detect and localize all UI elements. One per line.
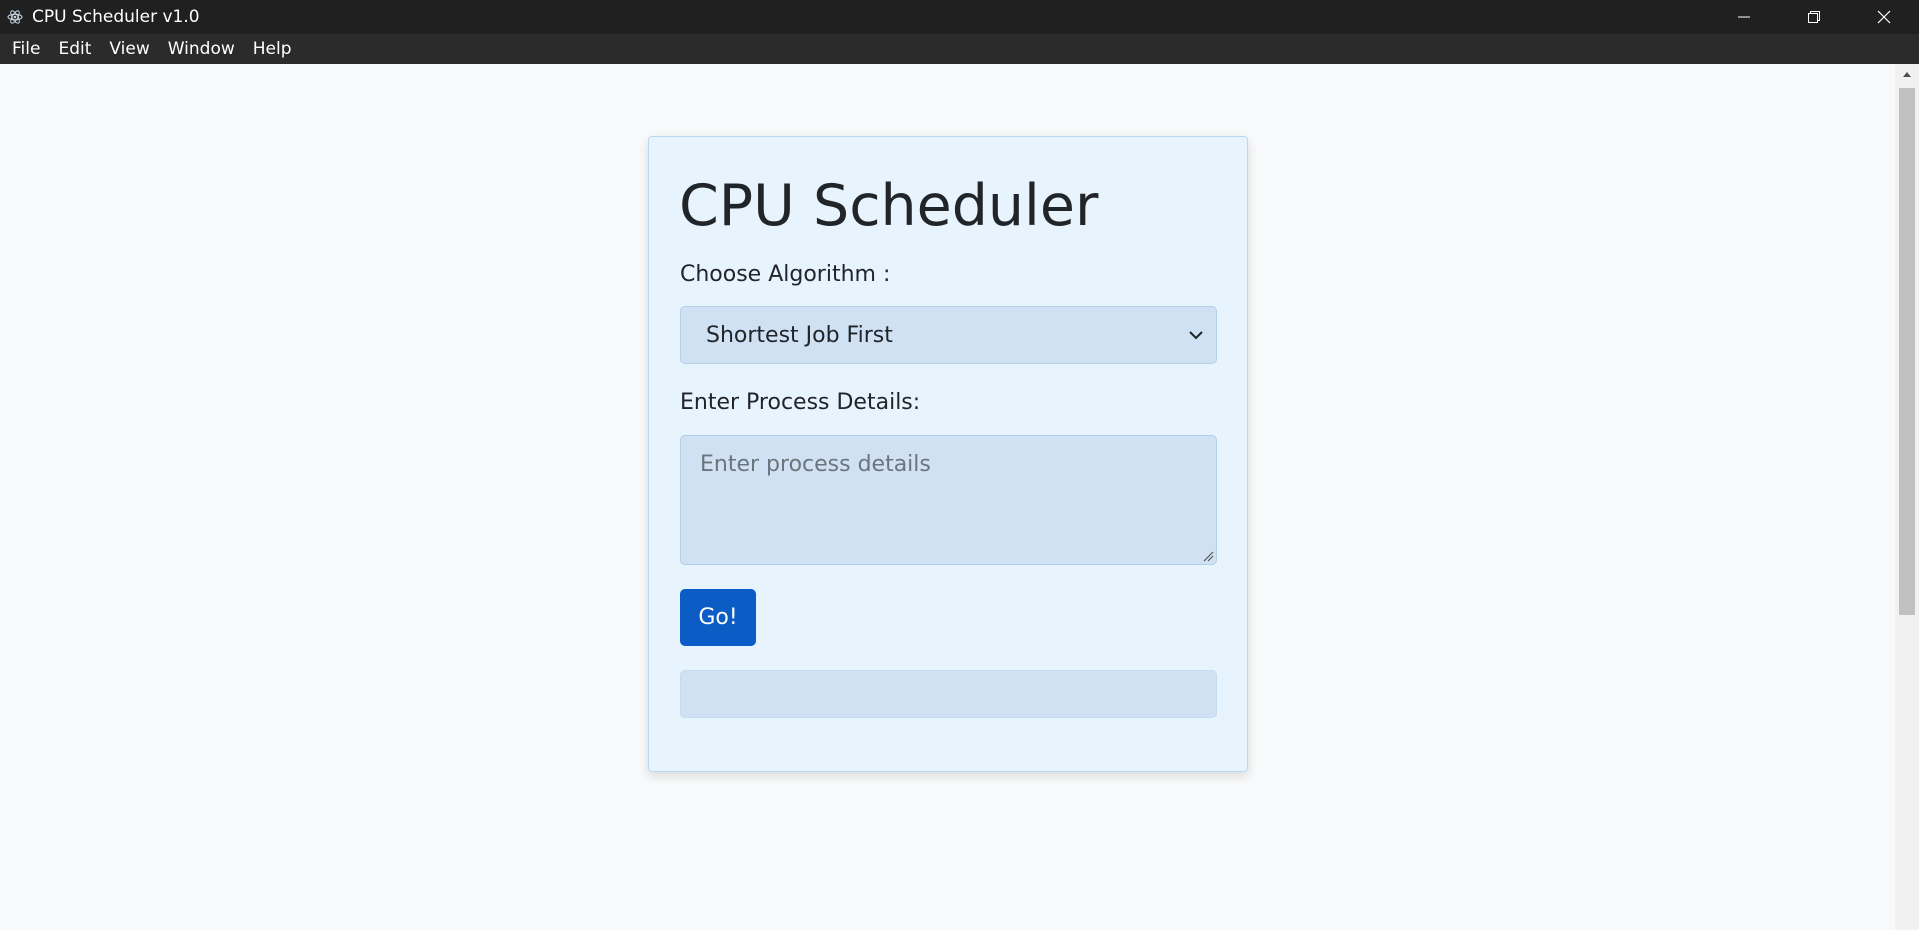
menu-help[interactable]: Help: [244, 34, 301, 64]
close-icon: [1877, 10, 1891, 24]
page-title: CPU Scheduler: [679, 173, 1099, 239]
menu-window[interactable]: Window: [159, 34, 244, 64]
title-bar: CPU Scheduler v1.0: [0, 0, 1919, 34]
restore-icon: [1808, 11, 1820, 23]
algorithm-select[interactable]: Shortest Job First: [680, 306, 1217, 364]
process-details-textarea[interactable]: Enter process details: [680, 435, 1217, 565]
scheduler-card: CPU Scheduler Choose Algorithm : Shortes…: [648, 136, 1248, 772]
page-content: CPU Scheduler Choose Algorithm : Shortes…: [0, 64, 1895, 930]
output-box: [680, 670, 1217, 718]
scroll-up-arrow-icon[interactable]: [1901, 68, 1913, 80]
restore-button[interactable]: [1779, 0, 1849, 34]
menu-edit[interactable]: Edit: [49, 34, 100, 64]
algorithm-label: Choose Algorithm :: [680, 262, 891, 287]
algorithm-selected-value: Shortest Job First: [706, 322, 893, 348]
menu-view[interactable]: View: [100, 34, 158, 64]
resize-grip-icon[interactable]: [1202, 550, 1214, 562]
window-controls: [1709, 0, 1919, 34]
menu-bar: File Edit View Window Help: [0, 34, 1919, 64]
menu-file[interactable]: File: [3, 34, 49, 64]
minimize-icon: [1738, 16, 1750, 18]
scrollbar-thumb[interactable]: [1899, 88, 1915, 615]
window-title: CPU Scheduler v1.0: [32, 7, 200, 27]
minimize-button[interactable]: [1709, 0, 1779, 34]
process-details-label: Enter Process Details:: [680, 390, 921, 415]
go-button[interactable]: Go!: [680, 589, 756, 646]
process-details-placeholder: Enter process details: [700, 452, 931, 477]
vertical-scrollbar[interactable]: [1895, 64, 1919, 930]
close-button[interactable]: [1849, 0, 1919, 34]
electron-icon: [6, 8, 24, 26]
chevron-down-icon: [1189, 331, 1203, 340]
